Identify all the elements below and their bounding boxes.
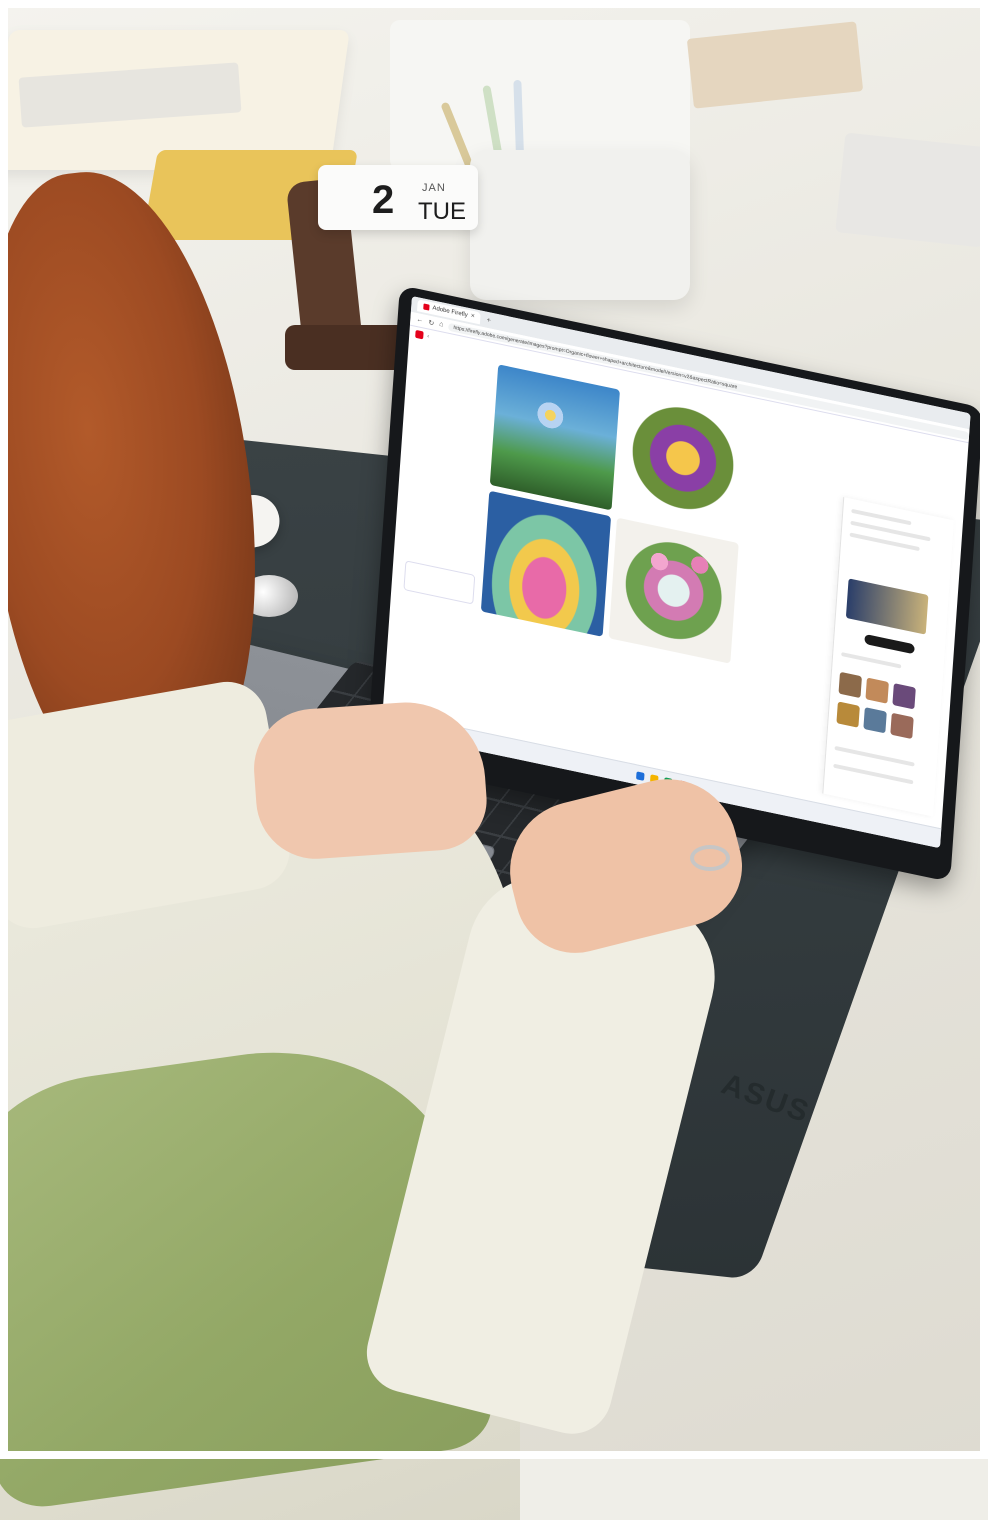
close-icon[interactable]: × (470, 310, 475, 323)
ring (690, 845, 730, 871)
generated-image[interactable] (608, 517, 739, 664)
prompt-box[interactable] (403, 560, 476, 605)
adobe-logo-icon (415, 329, 424, 340)
flower-shape (643, 543, 676, 580)
panel-row (841, 652, 902, 669)
style-thumbnail[interactable] (838, 671, 862, 699)
new-tab-icon[interactable]: + (486, 316, 491, 324)
style-thumbnail[interactable] (836, 701, 860, 728)
notebook (835, 132, 988, 248)
generated-image[interactable] (480, 490, 612, 637)
flower-shape (534, 397, 567, 434)
calendar-day: 2 (372, 178, 395, 222)
style-thumbnail[interactable] (890, 712, 914, 740)
home-icon[interactable]: ⌂ (439, 321, 444, 329)
desk-organizer (390, 20, 690, 170)
generated-image[interactable] (489, 364, 620, 511)
flower-shape (683, 547, 716, 584)
generated-image[interactable] (617, 391, 748, 538)
pen-holder (470, 150, 690, 300)
style-thumbnail[interactable] (892, 683, 916, 710)
calendar-weekday: TUE (418, 198, 466, 225)
upload-button[interactable] (864, 633, 915, 655)
panel-row (833, 763, 914, 785)
style-thumbnail[interactable] (863, 707, 887, 734)
start-icon[interactable] (636, 771, 645, 781)
generated-image-grid (480, 364, 748, 664)
left-hand (250, 697, 490, 863)
settings-panel (822, 497, 954, 817)
reload-icon[interactable]: ↻ (428, 318, 434, 327)
style-thumbnail[interactable] (865, 677, 889, 704)
photo-scene: 2 JAN TUE ASUS Adobe Firefly × + ← ↻ ⌂ h… (0, 0, 988, 1520)
firefly-favicon-icon (423, 303, 430, 311)
back-link-icon[interactable]: ‹ (427, 333, 429, 339)
reference-image[interactable] (845, 578, 929, 635)
panel-row (834, 745, 915, 767)
back-arrow-icon[interactable]: ← (416, 316, 423, 324)
calendar-month: JAN (422, 182, 446, 194)
